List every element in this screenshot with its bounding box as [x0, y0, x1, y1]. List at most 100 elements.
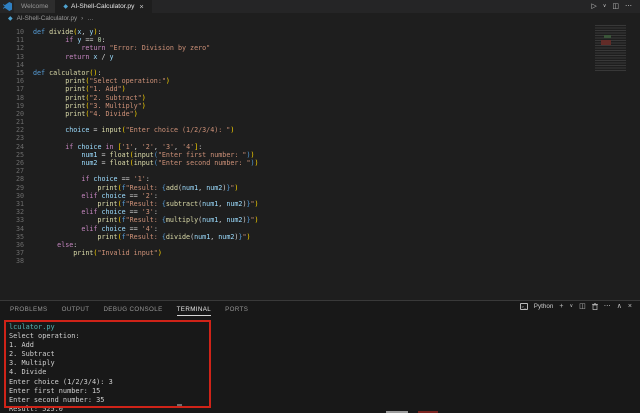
code-line: 23	[0, 134, 640, 142]
line-number: 10	[0, 28, 24, 36]
line-number: 22	[0, 126, 24, 134]
code-lines: 10def divide(x, y):11 if y == 0:12 retur…	[0, 28, 640, 265]
terminal-line: Enter second number: 35	[9, 396, 640, 405]
panel-tab-ports[interactable]: PORTS	[225, 303, 248, 315]
code-editor[interactable]: 10def divide(x, y):11 if y == 0:12 retur…	[0, 24, 640, 300]
code-line: 10def divide(x, y):	[0, 28, 640, 36]
split-editor-icon[interactable]: ◫	[612, 3, 619, 10]
code-line: 22 choice = input("Enter choice (1/2/3/4…	[0, 126, 640, 134]
panel-tab-debug-console[interactable]: DEBUG CONSOLE	[103, 303, 162, 315]
minimap-mark	[604, 35, 611, 38]
line-number: 13	[0, 53, 24, 61]
new-terminal-icon[interactable]: +	[559, 303, 563, 310]
line-number: 14	[0, 61, 24, 69]
terminal-line: lculator.py	[9, 323, 640, 332]
line-number: 15	[0, 69, 24, 77]
code-line: 28 if choice == '1':	[0, 175, 640, 183]
line-number: 26	[0, 159, 24, 167]
code-line: 35 print(f"Result: {divide(num1, num2)}"…	[0, 233, 640, 241]
terminal-line: 4. Divide	[9, 368, 640, 377]
terminal-output[interactable]: lculator.pySelect operation:1. Add2. Sub…	[0, 317, 640, 413]
line-number: 30	[0, 192, 24, 200]
breadcrumb[interactable]: ◆ AI-Shell-Calculator.py › …	[0, 13, 640, 24]
line-number: 36	[0, 241, 24, 249]
close-tab-icon[interactable]: ×	[139, 2, 143, 11]
terminal-profile-icon: >_	[520, 303, 528, 310]
panel-more-icon[interactable]: ⋯	[604, 303, 611, 310]
run-dropdown-icon[interactable]: ∨	[603, 4, 607, 9]
panel-tab-problems[interactable]: PROBLEMS	[10, 303, 48, 315]
more-actions-icon[interactable]: ⋯	[625, 3, 632, 10]
code-line: 19 print("3. Multiply")	[0, 102, 640, 110]
code-line: 18 print("2. Subtract")	[0, 94, 640, 102]
line-number: 34	[0, 225, 24, 233]
line-number: 38	[0, 257, 24, 265]
line-number: 20	[0, 110, 24, 118]
terminal-line: Enter first number: 15	[9, 387, 640, 396]
line-number: 29	[0, 184, 24, 192]
tab-active-file[interactable]: ◆ AI-Shell-Calculator.py ×	[56, 0, 151, 13]
line-number: 16	[0, 77, 24, 85]
code-line: 34 elif choice == '4':	[0, 225, 640, 233]
code-line: 24 if choice in ['1', '2', '3', '4']:	[0, 143, 640, 151]
terminal-actions: >_ Python + ∨ ◫ ⋯ ∧ ×	[520, 303, 632, 310]
run-button[interactable]: ▷	[591, 3, 596, 10]
code-line: 15def calculator():	[0, 69, 640, 77]
code-line: 31 print(f"Result: {subtract(num1, num2)…	[0, 200, 640, 208]
terminal-line: Select operation:	[9, 332, 640, 341]
line-number: 28	[0, 175, 24, 183]
code-line: 13 return x / y	[0, 53, 640, 61]
maximize-panel-icon[interactable]: ∧	[617, 303, 622, 310]
terminal-line: Result: 525.0	[9, 405, 640, 413]
vscode-logo-icon	[0, 0, 14, 13]
kill-terminal-icon[interactable]	[592, 303, 598, 310]
minimap-mark	[601, 40, 611, 45]
code-line: 25 num1 = float(input("Enter first numbe…	[0, 151, 640, 159]
shell-label[interactable]: Python	[534, 303, 554, 310]
tab-welcome[interactable]: Welcome	[14, 0, 56, 13]
line-number: 17	[0, 85, 24, 93]
code-line: 26 num2 = float(input("Enter second numb…	[0, 159, 640, 167]
code-line: 12 return "Error: Division by zero"	[0, 44, 640, 52]
panel-tab-output[interactable]: OUTPUT	[62, 303, 90, 315]
terminal-line: 3. Multiply	[9, 359, 640, 368]
code-line: 16 print("Select operation:")	[0, 77, 640, 85]
terminal-line: Enter choice (1/2/3/4): 3	[9, 378, 640, 387]
code-line: 27	[0, 167, 640, 175]
line-number: 24	[0, 143, 24, 151]
code-line: 30 elif choice == '2':	[0, 192, 640, 200]
tab-welcome-label: Welcome	[21, 3, 48, 10]
line-number: 12	[0, 44, 24, 52]
line-number: 21	[0, 118, 24, 126]
line-number: 25	[0, 151, 24, 159]
breadcrumb-separator-icon: ›	[81, 15, 83, 22]
python-file-icon: ◆	[8, 16, 13, 22]
breadcrumb-file[interactable]: AI-Shell-Calculator.py	[17, 15, 78, 22]
code-line: 36 else:	[0, 241, 640, 249]
code-line: 14	[0, 61, 640, 69]
code-line: 32 elif choice == '3':	[0, 208, 640, 216]
split-terminal-icon[interactable]: ◫	[579, 303, 586, 310]
panel-tab-terminal[interactable]: TERMINAL	[177, 303, 212, 316]
close-panel-icon[interactable]: ×	[628, 303, 632, 310]
line-number: 37	[0, 249, 24, 257]
code-line: 17 print("1. Add")	[0, 85, 640, 93]
editor-actions: ▷ ∨ ◫ ⋯	[591, 0, 640, 13]
bottom-panel: PROBLEMS OUTPUT DEBUG CONSOLE TERMINAL PORTS…	[0, 300, 640, 413]
line-number: 11	[0, 36, 24, 44]
tab-active-file-label: AI-Shell-Calculator.py	[71, 3, 134, 10]
line-number: 27	[0, 167, 24, 175]
code-line: 38	[0, 257, 640, 265]
python-file-icon: ◆	[63, 4, 68, 10]
minimap[interactable]	[595, 25, 626, 71]
vscode-window: Welcome ◆ AI-Shell-Calculator.py × ▷ ∨ ◫…	[0, 0, 640, 413]
code-line: 29 print(f"Result: {add(num1, num2)}")	[0, 184, 640, 192]
line-number: 35	[0, 233, 24, 241]
line-number: 33	[0, 216, 24, 224]
terminal-line: 2. Subtract	[9, 350, 640, 359]
terminal-dropdown-icon[interactable]: ∨	[569, 304, 573, 309]
breadcrumb-more[interactable]: …	[87, 15, 93, 22]
line-number: 23	[0, 134, 24, 142]
code-line: 21	[0, 118, 640, 126]
code-line: 20 print("4. Divide")	[0, 110, 640, 118]
